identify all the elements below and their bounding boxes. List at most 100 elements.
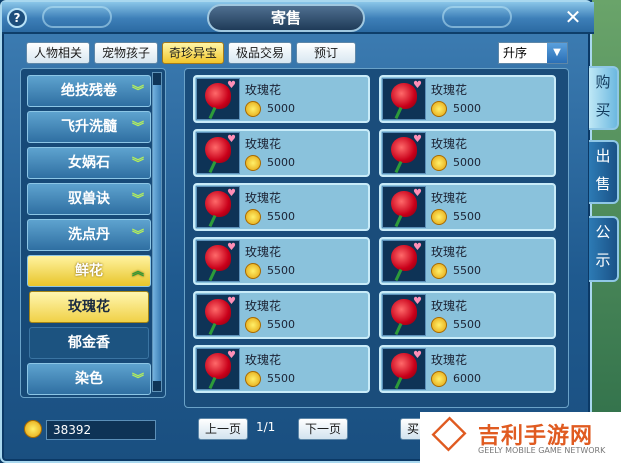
stem-decor	[394, 268, 403, 282]
item-name: 玫瑰花	[245, 299, 282, 313]
category-scrollbar[interactable]	[152, 72, 162, 392]
coin-icon	[245, 317, 261, 333]
side-tab-sell[interactable]: 出售	[589, 140, 619, 204]
stem-decor	[394, 376, 403, 390]
category-item[interactable]: 飞升洗髓 ︾	[27, 111, 151, 143]
item-price: 5500	[267, 210, 295, 223]
tab-premium-trade[interactable]: 极品交易	[228, 42, 292, 64]
coin-icon	[431, 317, 447, 333]
rose-item-icon: ♥	[382, 78, 426, 120]
category-label: 洗点丹	[68, 227, 110, 243]
heart-icon: ♥	[413, 188, 422, 199]
coin-icon	[245, 371, 261, 387]
item-card[interactable]: ♥ 玫瑰花 5500	[379, 237, 556, 285]
side-tab-announce[interactable]: 公示	[589, 216, 619, 282]
tab-pets[interactable]: 宠物孩子	[94, 42, 158, 64]
rose-item-icon: ♥	[196, 186, 240, 228]
stem-decor	[208, 160, 217, 174]
item-card[interactable]: ♥ 玫瑰花 5500	[379, 291, 556, 339]
category-label: 飞升洗髓	[61, 119, 117, 135]
stem-decor	[394, 214, 403, 228]
stem-decor	[394, 106, 403, 120]
coin-icon	[431, 101, 447, 117]
title-bar: ? 寄售 ✕	[2, 2, 594, 34]
heart-icon: ♥	[227, 188, 236, 199]
category-label: 绝技残卷	[61, 83, 117, 99]
side-tab-buy[interactable]: 购买	[589, 66, 619, 130]
heart-icon: ♥	[227, 80, 236, 91]
item-name: 玫瑰花	[431, 137, 468, 151]
category-item[interactable]: 洗点丹 ︾	[27, 219, 151, 251]
rose-item-icon: ♥	[196, 348, 240, 390]
item-card[interactable]: ♥ 玫瑰花 5500	[379, 183, 556, 231]
coin-icon	[431, 155, 447, 171]
rose-item-icon: ♥	[196, 78, 240, 120]
item-card[interactable]: ♥ 玫瑰花 5000	[193, 129, 370, 177]
item-price: 5500	[267, 318, 295, 331]
rose-item-icon: ♥	[382, 132, 426, 174]
item-price: 5500	[453, 210, 481, 223]
item-card[interactable]: ♥ 玫瑰花 5000	[379, 75, 556, 123]
heart-icon: ♥	[227, 242, 236, 253]
heart-icon: ♥	[413, 296, 422, 307]
tab-treasures[interactable]: 奇珍异宝	[162, 42, 224, 64]
prev-page-button[interactable]: 上一页	[198, 418, 248, 440]
item-name: 玫瑰花	[245, 191, 282, 205]
item-price: 5500	[267, 372, 295, 385]
stem-decor	[208, 268, 217, 282]
item-name: 玫瑰花	[431, 83, 468, 97]
stem-decor	[394, 322, 403, 336]
help-icon[interactable]: ?	[7, 8, 27, 28]
chevron-up-icon: ︽	[131, 264, 144, 278]
category-item[interactable]: 染色 ︾	[27, 363, 151, 395]
item-card[interactable]: ♥ 玫瑰花 5500	[193, 237, 370, 285]
rose-item-icon: ♥	[382, 186, 426, 228]
coin-icon	[24, 420, 42, 438]
scrollbar-thumb[interactable]	[153, 85, 161, 381]
category-label: 染色	[75, 371, 103, 387]
rose-item-icon: ♥	[382, 348, 426, 390]
item-name: 玫瑰花	[245, 245, 282, 259]
next-page-button[interactable]: 下一页	[298, 418, 348, 440]
chevron-down-icon[interactable]: ▼	[547, 43, 567, 63]
category-label: 鲜花	[75, 263, 103, 279]
category-item[interactable]: 驭兽诀 ︾	[27, 183, 151, 215]
rose-item-icon: ♥	[196, 240, 240, 282]
item-card[interactable]: ♥ 玫瑰花 5500	[193, 291, 370, 339]
stem-decor	[208, 214, 217, 228]
item-card[interactable]: ♥ 玫瑰花 5500	[193, 345, 370, 393]
window-title: 寄售	[207, 4, 365, 32]
coin-icon	[431, 209, 447, 225]
rose-item-icon: ♥	[382, 294, 426, 336]
coin-icon	[431, 263, 447, 279]
stem-decor	[208, 376, 217, 390]
item-name: 玫瑰花	[245, 83, 282, 97]
item-name: 玫瑰花	[431, 353, 468, 367]
subcategory-rose[interactable]: 玫瑰花	[29, 291, 149, 323]
category-item[interactable]: 绝技残卷 ︾	[27, 75, 151, 107]
tab-character[interactable]: 人物相关	[26, 42, 90, 64]
consignment-window: ? 寄售 ✕ 人物相关 宠物孩子 奇珍异宝 极品交易 预订 升序 ▼ 绝技残卷 ︾…	[0, 0, 594, 463]
coin-icon	[245, 155, 261, 171]
heart-icon: ♥	[413, 242, 422, 253]
item-name: 玫瑰花	[245, 353, 282, 367]
logo-icon	[431, 416, 467, 452]
item-name: 玫瑰花	[431, 245, 468, 259]
item-card[interactable]: ♥ 玫瑰花 5500	[193, 183, 370, 231]
sort-select[interactable]: 升序 ▼	[498, 42, 568, 64]
subcategory-tulip[interactable]: 郁金香	[29, 327, 149, 359]
tab-preorder[interactable]: 预订	[296, 42, 356, 64]
category-item-flowers[interactable]: 鲜花 ︽	[27, 255, 151, 287]
close-icon[interactable]: ✕	[562, 7, 584, 29]
item-card[interactable]: ♥ 玫瑰花 5000	[379, 129, 556, 177]
category-item[interactable]: 女娲石 ︾	[27, 147, 151, 179]
item-card[interactable]: ♥ 玫瑰花 6000	[379, 345, 556, 393]
item-name: 玫瑰花	[431, 299, 468, 313]
item-card[interactable]: ♥ 玫瑰花 5000	[193, 75, 370, 123]
heart-icon: ♥	[413, 134, 422, 145]
stem-decor	[208, 106, 217, 120]
item-price: 5500	[453, 318, 481, 331]
buy-button[interactable]: 买	[400, 418, 422, 440]
chevron-down-icon: ︾	[131, 120, 144, 134]
item-grid: ♥ 玫瑰花 5000 ♥ 玫瑰花 5000 ♥ 玫瑰花 5000 ♥ 玫瑰花 5000 ♥ 玫瑰花 5500…	[184, 68, 569, 408]
